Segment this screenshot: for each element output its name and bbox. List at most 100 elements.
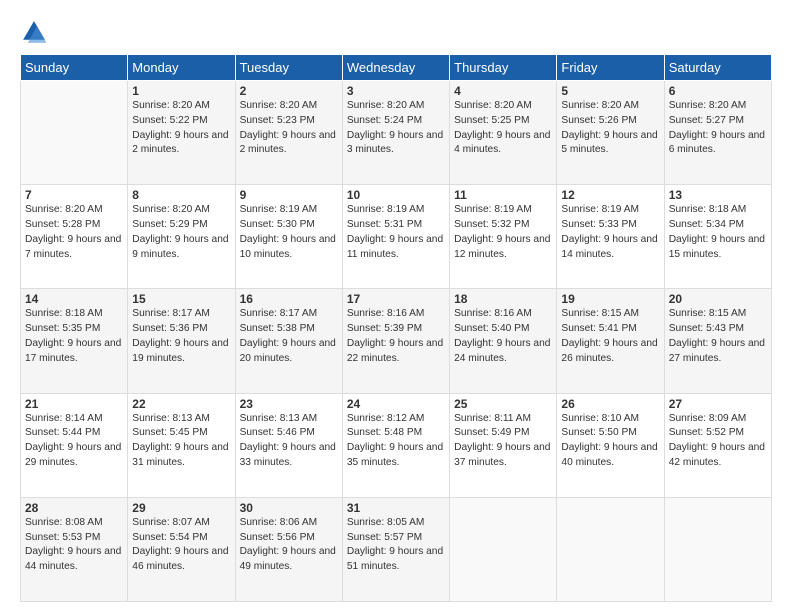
day-info: Sunrise: 8:17 AMSunset: 5:36 PMDaylight:… — [132, 307, 230, 366]
day-info: Sunrise: 8:20 AMSunset: 5:29 PMDaylight:… — [132, 203, 230, 262]
day-number: 7 — [25, 188, 123, 202]
page: SundayMondayTuesdayWednesdayThursdayFrid… — [0, 0, 792, 612]
calendar-cell: 12Sunrise: 8:19 AMSunset: 5:33 PMDayligh… — [557, 185, 664, 289]
day-info: Sunrise: 8:17 AMSunset: 5:38 PMDaylight:… — [240, 307, 338, 366]
weekday-header: Tuesday — [235, 55, 342, 81]
day-number: 15 — [132, 292, 230, 306]
calendar-cell: 21Sunrise: 8:14 AMSunset: 5:44 PMDayligh… — [21, 393, 128, 497]
day-number: 30 — [240, 501, 338, 515]
day-number: 13 — [669, 188, 767, 202]
day-info: Sunrise: 8:20 AMSunset: 5:22 PMDaylight:… — [132, 99, 230, 158]
day-number: 27 — [669, 397, 767, 411]
day-info: Sunrise: 8:09 AMSunset: 5:52 PMDaylight:… — [669, 412, 767, 471]
day-number: 23 — [240, 397, 338, 411]
calendar-cell: 2Sunrise: 8:20 AMSunset: 5:23 PMDaylight… — [235, 81, 342, 185]
calendar-cell: 20Sunrise: 8:15 AMSunset: 5:43 PMDayligh… — [664, 289, 771, 393]
day-number: 12 — [561, 188, 659, 202]
calendar-cell: 31Sunrise: 8:05 AMSunset: 5:57 PMDayligh… — [342, 497, 449, 601]
day-info: Sunrise: 8:18 AMSunset: 5:35 PMDaylight:… — [25, 307, 123, 366]
calendar-cell: 16Sunrise: 8:17 AMSunset: 5:38 PMDayligh… — [235, 289, 342, 393]
calendar-cell — [21, 81, 128, 185]
day-number: 24 — [347, 397, 445, 411]
calendar-cell — [557, 497, 664, 601]
day-info: Sunrise: 8:20 AMSunset: 5:26 PMDaylight:… — [561, 99, 659, 158]
day-info: Sunrise: 8:15 AMSunset: 5:43 PMDaylight:… — [669, 307, 767, 366]
calendar-week-row: 28Sunrise: 8:08 AMSunset: 5:53 PMDayligh… — [21, 497, 772, 601]
day-info: Sunrise: 8:16 AMSunset: 5:39 PMDaylight:… — [347, 307, 445, 366]
weekday-header: Friday — [557, 55, 664, 81]
day-number: 21 — [25, 397, 123, 411]
calendar-cell: 23Sunrise: 8:13 AMSunset: 5:46 PMDayligh… — [235, 393, 342, 497]
day-info: Sunrise: 8:19 AMSunset: 5:30 PMDaylight:… — [240, 203, 338, 262]
day-info: Sunrise: 8:20 AMSunset: 5:28 PMDaylight:… — [25, 203, 123, 262]
day-number: 22 — [132, 397, 230, 411]
day-info: Sunrise: 8:20 AMSunset: 5:27 PMDaylight:… — [669, 99, 767, 158]
day-number: 26 — [561, 397, 659, 411]
calendar-table: SundayMondayTuesdayWednesdayThursdayFrid… — [20, 54, 772, 602]
calendar-cell: 19Sunrise: 8:15 AMSunset: 5:41 PMDayligh… — [557, 289, 664, 393]
day-number: 6 — [669, 84, 767, 98]
day-number: 11 — [454, 188, 552, 202]
calendar-cell: 6Sunrise: 8:20 AMSunset: 5:27 PMDaylight… — [664, 81, 771, 185]
day-info: Sunrise: 8:13 AMSunset: 5:46 PMDaylight:… — [240, 412, 338, 471]
calendar-cell: 25Sunrise: 8:11 AMSunset: 5:49 PMDayligh… — [450, 393, 557, 497]
day-info: Sunrise: 8:19 AMSunset: 5:31 PMDaylight:… — [347, 203, 445, 262]
day-number: 28 — [25, 501, 123, 515]
day-info: Sunrise: 8:10 AMSunset: 5:50 PMDaylight:… — [561, 412, 659, 471]
calendar-cell: 3Sunrise: 8:20 AMSunset: 5:24 PMDaylight… — [342, 81, 449, 185]
calendar-cell: 4Sunrise: 8:20 AMSunset: 5:25 PMDaylight… — [450, 81, 557, 185]
day-info: Sunrise: 8:15 AMSunset: 5:41 PMDaylight:… — [561, 307, 659, 366]
day-info: Sunrise: 8:16 AMSunset: 5:40 PMDaylight:… — [454, 307, 552, 366]
day-info: Sunrise: 8:12 AMSunset: 5:48 PMDaylight:… — [347, 412, 445, 471]
weekday-header-row: SundayMondayTuesdayWednesdayThursdayFrid… — [21, 55, 772, 81]
calendar-cell: 13Sunrise: 8:18 AMSunset: 5:34 PMDayligh… — [664, 185, 771, 289]
calendar-cell: 17Sunrise: 8:16 AMSunset: 5:39 PMDayligh… — [342, 289, 449, 393]
calendar-cell: 26Sunrise: 8:10 AMSunset: 5:50 PMDayligh… — [557, 393, 664, 497]
weekday-header: Monday — [128, 55, 235, 81]
day-number: 5 — [561, 84, 659, 98]
day-number: 16 — [240, 292, 338, 306]
calendar-cell: 1Sunrise: 8:20 AMSunset: 5:22 PMDaylight… — [128, 81, 235, 185]
calendar-cell: 29Sunrise: 8:07 AMSunset: 5:54 PMDayligh… — [128, 497, 235, 601]
day-number: 29 — [132, 501, 230, 515]
day-info: Sunrise: 8:19 AMSunset: 5:33 PMDaylight:… — [561, 203, 659, 262]
calendar-cell: 27Sunrise: 8:09 AMSunset: 5:52 PMDayligh… — [664, 393, 771, 497]
calendar-cell: 8Sunrise: 8:20 AMSunset: 5:29 PMDaylight… — [128, 185, 235, 289]
calendar-cell: 24Sunrise: 8:12 AMSunset: 5:48 PMDayligh… — [342, 393, 449, 497]
day-info: Sunrise: 8:14 AMSunset: 5:44 PMDaylight:… — [25, 412, 123, 471]
day-info: Sunrise: 8:06 AMSunset: 5:56 PMDaylight:… — [240, 516, 338, 575]
day-info: Sunrise: 8:20 AMSunset: 5:23 PMDaylight:… — [240, 99, 338, 158]
calendar-cell: 30Sunrise: 8:06 AMSunset: 5:56 PMDayligh… — [235, 497, 342, 601]
day-number: 18 — [454, 292, 552, 306]
day-info: Sunrise: 8:07 AMSunset: 5:54 PMDaylight:… — [132, 516, 230, 575]
day-number: 31 — [347, 501, 445, 515]
day-number: 14 — [25, 292, 123, 306]
calendar-cell: 11Sunrise: 8:19 AMSunset: 5:32 PMDayligh… — [450, 185, 557, 289]
calendar-cell: 15Sunrise: 8:17 AMSunset: 5:36 PMDayligh… — [128, 289, 235, 393]
calendar-cell: 22Sunrise: 8:13 AMSunset: 5:45 PMDayligh… — [128, 393, 235, 497]
day-number: 2 — [240, 84, 338, 98]
calendar-week-row: 1Sunrise: 8:20 AMSunset: 5:22 PMDaylight… — [21, 81, 772, 185]
day-info: Sunrise: 8:20 AMSunset: 5:24 PMDaylight:… — [347, 99, 445, 158]
calendar-cell: 10Sunrise: 8:19 AMSunset: 5:31 PMDayligh… — [342, 185, 449, 289]
logo-icon — [20, 18, 48, 46]
calendar-cell: 28Sunrise: 8:08 AMSunset: 5:53 PMDayligh… — [21, 497, 128, 601]
day-number: 25 — [454, 397, 552, 411]
header — [20, 18, 772, 46]
calendar-cell — [450, 497, 557, 601]
day-number: 20 — [669, 292, 767, 306]
day-info: Sunrise: 8:13 AMSunset: 5:45 PMDaylight:… — [132, 412, 230, 471]
day-number: 9 — [240, 188, 338, 202]
day-info: Sunrise: 8:11 AMSunset: 5:49 PMDaylight:… — [454, 412, 552, 471]
day-number: 3 — [347, 84, 445, 98]
day-number: 17 — [347, 292, 445, 306]
calendar-week-row: 21Sunrise: 8:14 AMSunset: 5:44 PMDayligh… — [21, 393, 772, 497]
calendar-week-row: 7Sunrise: 8:20 AMSunset: 5:28 PMDaylight… — [21, 185, 772, 289]
calendar-cell: 5Sunrise: 8:20 AMSunset: 5:26 PMDaylight… — [557, 81, 664, 185]
calendar-cell: 18Sunrise: 8:16 AMSunset: 5:40 PMDayligh… — [450, 289, 557, 393]
calendar-cell: 7Sunrise: 8:20 AMSunset: 5:28 PMDaylight… — [21, 185, 128, 289]
day-info: Sunrise: 8:18 AMSunset: 5:34 PMDaylight:… — [669, 203, 767, 262]
day-number: 4 — [454, 84, 552, 98]
day-number: 1 — [132, 84, 230, 98]
calendar-cell — [664, 497, 771, 601]
